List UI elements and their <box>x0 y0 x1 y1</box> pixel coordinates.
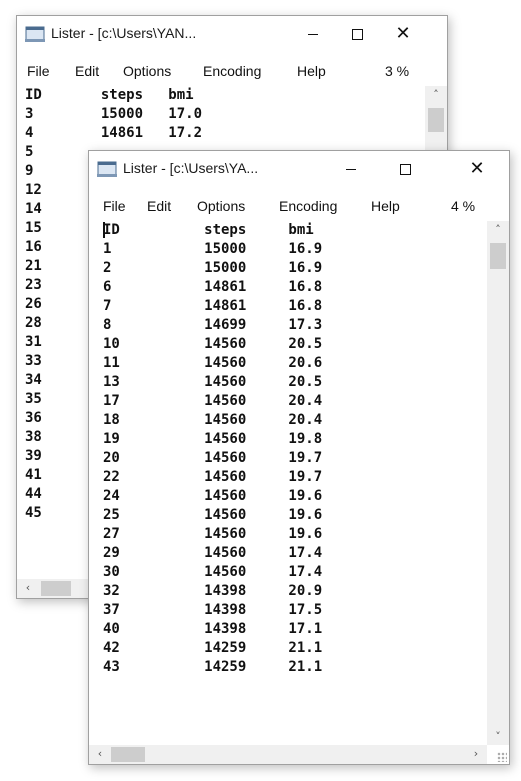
maximize-icon <box>351 28 363 40</box>
close-icon: ✕ <box>469 158 485 179</box>
close-button[interactable]: ✕ <box>381 16 425 52</box>
horizontal-scroll-thumb[interactable] <box>41 581 71 596</box>
menu-options[interactable]: Options <box>197 198 245 214</box>
menu-encoding[interactable]: Encoding <box>279 198 337 214</box>
horizontal-scroll-thumb[interactable] <box>111 747 145 762</box>
lister-window-front[interactable]: Lister - [c:\Users\YA... ✕ File Edit Opt… <box>88 150 510 765</box>
menu-help[interactable]: Help <box>297 63 326 79</box>
percent-indicator: 3 % <box>385 63 410 79</box>
window-title: Lister - [c:\Users\YAN... <box>51 25 197 41</box>
vertical-scroll-thumb[interactable] <box>428 108 444 132</box>
menu-edit[interactable]: Edit <box>147 198 171 214</box>
minimize-icon <box>308 33 318 35</box>
menu-encoding[interactable]: Encoding <box>203 63 261 79</box>
scroll-left-icon[interactable]: ‹ <box>20 581 36 594</box>
maximize-button[interactable] <box>383 151 427 187</box>
maximize-button[interactable] <box>335 16 379 52</box>
file-content: ID steps bmi 1 15000 16.9 2 15000 16.9 6… <box>103 222 323 675</box>
horizontal-scrollbar[interactable]: ‹ › <box>89 745 487 764</box>
close-button[interactable]: ✕ <box>455 151 499 187</box>
lister-window-icon <box>25 26 45 42</box>
menu-help[interactable]: Help <box>371 198 400 214</box>
text-view[interactable]: ID steps bmi 1 15000 16.9 2 15000 16.9 6… <box>103 221 483 744</box>
percent-indicator: 4 % <box>451 198 476 214</box>
text-cursor <box>103 222 105 238</box>
title-bar[interactable]: Lister - [c:\Users\YAN... ✕ <box>17 16 447 52</box>
scroll-left-icon[interactable]: ‹ <box>92 747 108 760</box>
menu-edit[interactable]: Edit <box>75 63 99 79</box>
menu-file[interactable]: File <box>27 63 50 79</box>
title-bar[interactable]: Lister - [c:\Users\YA... ✕ <box>89 151 509 187</box>
scroll-up-icon[interactable]: ˄ <box>490 223 506 236</box>
menu-bar: File Edit Options Encoding Help 3 % <box>17 60 447 82</box>
vertical-scroll-thumb[interactable] <box>490 243 506 269</box>
minimize-button[interactable] <box>291 16 335 52</box>
close-icon: ✕ <box>395 23 411 44</box>
window-title: Lister - [c:\Users\YA... <box>123 160 259 176</box>
scroll-down-icon[interactable]: ˅ <box>490 730 506 743</box>
menu-file[interactable]: File <box>103 198 126 214</box>
scroll-right-icon[interactable]: › <box>468 747 484 760</box>
minimize-button[interactable] <box>329 151 373 187</box>
menu-options[interactable]: Options <box>123 63 171 79</box>
resize-grip-icon[interactable] <box>497 752 507 762</box>
scroll-up-icon[interactable]: ˄ <box>428 88 444 101</box>
maximize-icon <box>399 163 411 175</box>
vertical-scrollbar[interactable]: ˄ ˅ <box>487 221 509 745</box>
menu-bar: File Edit Options Encoding Help 4 % <box>89 195 509 217</box>
lister-window-icon <box>97 161 117 177</box>
minimize-icon <box>346 168 356 170</box>
